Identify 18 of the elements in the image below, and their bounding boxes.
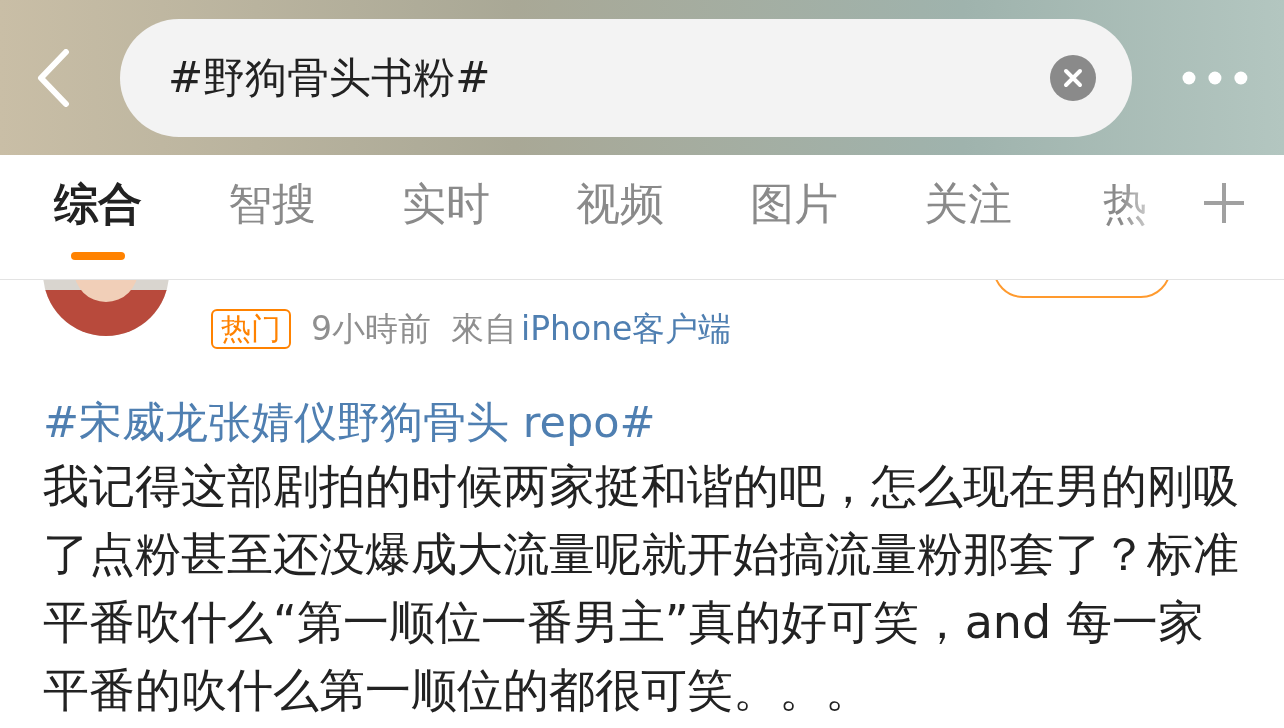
topic-link[interactable]: #宋威龙张婧仪野狗骨头 repo#	[43, 391, 1241, 452]
add-icon[interactable]	[1204, 183, 1244, 223]
tab[interactable]: 热	[1098, 174, 1152, 260]
post-body: 我记得这部剧拍的时候两家挺和谐的吧，怎么现在男的刚吸了点粉甚至还没爆成大流量呢就开始搞流量粉那套了？标准平番吹什么“第一顺位一番男主”真的好可笑，and 每一家平番的吹什么第一顺位的都很可笑。。。	[43, 457, 1240, 719]
source-link[interactable]: iPhone客户端	[521, 304, 732, 354]
post-time: 9小時前	[311, 308, 431, 350]
tab[interactable]: 综合	[54, 174, 142, 260]
tab[interactable]: 图片	[750, 174, 838, 260]
search-field[interactable]: #野狗骨头书粉#	[119, 18, 1133, 137]
clear-icon[interactable]	[1050, 54, 1097, 101]
tab[interactable]: 关注	[924, 174, 1012, 260]
more-icon[interactable]	[1182, 70, 1248, 85]
back-icon[interactable]	[36, 48, 70, 107]
tab[interactable]: 实时	[402, 174, 490, 260]
source-label: 來自	[451, 308, 517, 350]
hot-badge: 热门	[211, 308, 291, 349]
tab[interactable]: 智搜	[228, 174, 316, 260]
tab[interactable]: 视频	[576, 174, 664, 260]
